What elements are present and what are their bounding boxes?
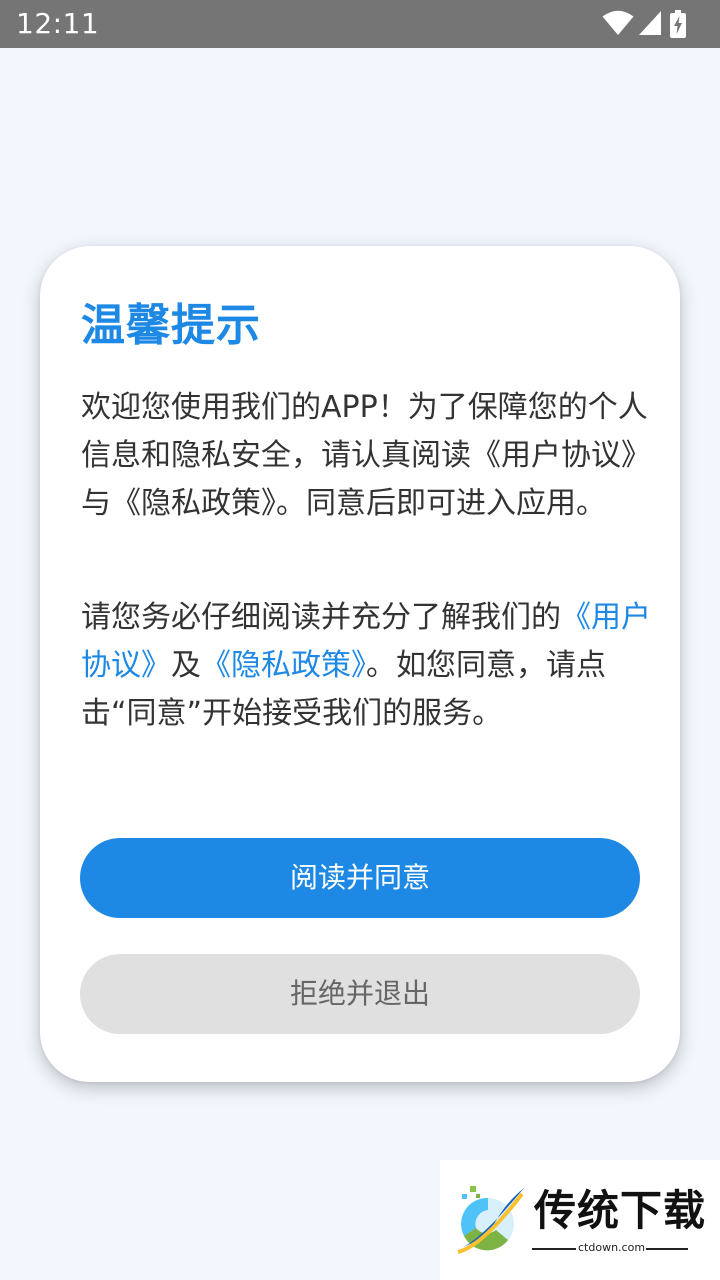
wifi-icon	[602, 10, 634, 35]
watermark-rule-right	[646, 1248, 688, 1250]
dialog-title: 温馨提示	[81, 300, 261, 351]
status-time: 12:11	[16, 7, 100, 40]
dialog-welcome-text: 欢迎您使用我们的APP！为了保障您的个人信息和隐私安全，请认真阅读《用户协议》与…	[81, 390, 651, 521]
dialog-consent-text: 请您务必仔细阅读并充分了解我们的《用户协议》及《隐私政策》。如您同意，请点击“同…	[81, 594, 651, 738]
privacy-dialog: 温馨提示 欢迎您使用我们的APP！为了保障您的个人信息和隐私安全，请认真阅读《用…	[40, 246, 680, 1082]
watermark-domain: ctdown.com	[578, 1241, 646, 1254]
consent-text-joiner: 及	[171, 648, 201, 683]
status-bar: 12:11	[0, 0, 720, 48]
watermark-brand: 传统下载	[534, 1186, 707, 1235]
battery-charging-icon	[670, 10, 686, 38]
consent-text-prefix: 请您务必仔细阅读并充分了解我们的	[81, 600, 561, 635]
ctdown-logo-icon	[456, 1186, 524, 1254]
watermark-rule-left	[532, 1248, 576, 1250]
cellular-signal-icon	[639, 11, 661, 35]
reject-exit-button[interactable]: 拒绝并退出	[80, 954, 640, 1034]
site-watermark: 传统下载 ctdown.com	[440, 1160, 720, 1280]
privacy-policy-link[interactable]: 《隐私政策》	[201, 648, 366, 683]
agree-button[interactable]: 阅读并同意	[80, 838, 640, 918]
